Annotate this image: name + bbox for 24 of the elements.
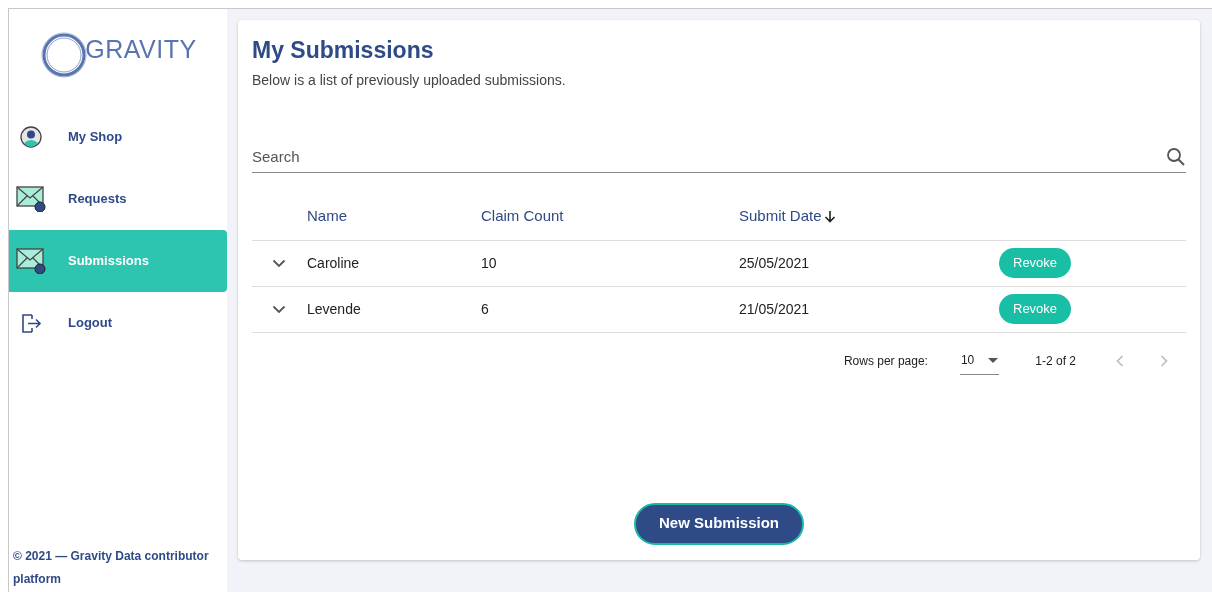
dropdown-caret-icon [988, 357, 999, 363]
copyright-text: © 2021 — Gravity Data contributor platform [12, 548, 210, 588]
search-field[interactable]: Search [252, 141, 1166, 172]
expand-chevron-icon[interactable] [272, 304, 286, 314]
table-cell: 10 [481, 254, 497, 271]
page-range: 1-2 of 2 [1035, 352, 1076, 370]
new-submission-button[interactable]: New Submission [634, 502, 804, 545]
rows-per-page-label: Rows per page: [843, 352, 928, 370]
column-header[interactable]: Name [307, 205, 347, 228]
page-subtitle: Below is a list of previously uploaded submissions. [252, 71, 567, 90]
envelope-icon [14, 248, 48, 274]
table-cell: Caroline [307, 254, 360, 271]
table-cell: 21/05/2021 [739, 300, 810, 317]
column-header[interactable]: Claim Count [481, 205, 564, 228]
table-cell: 6 [481, 300, 489, 317]
search-icon[interactable] [1166, 146, 1186, 167]
rows-per-page-select[interactable]: 10 [959, 346, 1000, 375]
expand-chevron-icon[interactable] [272, 258, 286, 268]
gravity-logo: GRAVITY [9, 9, 227, 106]
table-cell: Levende [307, 300, 361, 317]
table-cell: 25/05/2021 [739, 254, 810, 271]
envelope-icon [14, 186, 48, 212]
column-header[interactable]: Submit Date [739, 205, 836, 228]
page-title: My Submissions [252, 36, 435, 64]
